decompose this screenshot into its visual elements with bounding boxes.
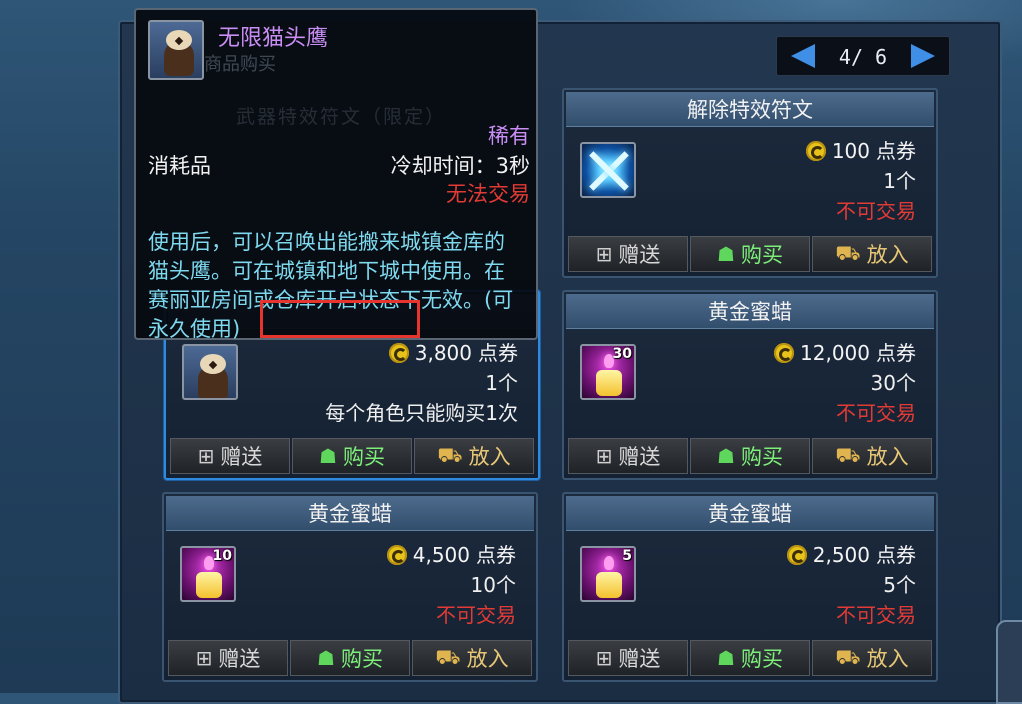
item-info: 100 点券 1个 不可交易 [805, 136, 916, 226]
tooltip-item-name: 无限猫头鹰 [218, 26, 329, 51]
next-page-arrow-icon[interactable] [911, 44, 935, 68]
gift-icon: ⊞ [595, 444, 613, 468]
purchase-limit: 每个角色只能购买1次 [325, 401, 518, 425]
gift-icon: ⊞ [595, 646, 613, 670]
item-tooltip: 无限猫头鹰 商品购买 武器特效符文（限定） 稀有 消耗品 冷却时间：3秒 无法交… [134, 8, 538, 341]
coupon-coin-icon [786, 545, 807, 565]
trade-status: 不可交易 [836, 603, 916, 627]
trade-status: 不可交易 [436, 603, 516, 627]
price-line: 4,500 点券 [386, 540, 516, 570]
gift-button[interactable]: ⊞ 赠送 [170, 438, 290, 474]
add-to-cart-button[interactable]: ⛟ 放入 [812, 236, 932, 272]
action-buttons: ⊞ 赠送 ☗ 购买 ⛟ 放入 [168, 640, 532, 676]
item-title: 解除特效符文 [566, 92, 934, 127]
add-to-cart-button[interactable]: ⛟ 放入 [812, 438, 932, 474]
item-info: 4,500 点券 10个 不可交易 [386, 540, 516, 630]
cart-icon: ⛟ [835, 442, 861, 467]
price-unit: 点券 [476, 543, 516, 567]
background-ghost-text: 武器特效符文（限定） [236, 106, 447, 128]
item-card-rune[interactable]: 解除特效符文 100 点券 1个 不可交易 ⊞ 赠送 ☗ 购买 ⛟ 放入 [562, 88, 938, 278]
price-value: 12,000 [800, 341, 870, 365]
quantity: 1个 [485, 371, 518, 395]
price-value: 4,500 [412, 543, 470, 567]
pager: 4/ 6 [776, 36, 950, 76]
buy-icon: ☗ [319, 444, 337, 468]
price-line: 2,500 点券 [786, 540, 916, 570]
cart-icon: ⛟ [835, 240, 861, 265]
stack-badge: 30 [612, 346, 632, 362]
buy-icon: ☗ [717, 444, 735, 468]
item-info: 2,500 点券 5个 不可交易 [786, 540, 916, 630]
add-to-cart-button[interactable]: ⛟ 放入 [412, 640, 532, 676]
price-unit: 点券 [876, 543, 916, 567]
effect-rune-icon [580, 142, 636, 198]
tooltip-category: 消耗品 [148, 154, 211, 178]
gift-icon: ⊞ [195, 646, 213, 670]
gift-icon: ⊞ [197, 444, 215, 468]
golden-candle-icon: 5 [580, 546, 636, 602]
action-buttons: ⊞ 赠送 ☗ 购买 ⛟ 放入 [170, 438, 534, 474]
highlight-box [260, 300, 420, 338]
price-unit: 点券 [876, 341, 916, 365]
price-unit: 点券 [876, 139, 916, 163]
gift-button[interactable]: ⊞ 赠送 [568, 640, 688, 676]
buy-icon: ☗ [717, 242, 735, 266]
cart-icon: ⛟ [437, 442, 463, 467]
buy-icon: ☗ [317, 646, 335, 670]
stack-badge: 5 [622, 548, 632, 564]
tooltip-cooldown: 冷却时间：3秒 [390, 154, 530, 178]
quantity: 1个 [883, 169, 916, 193]
side-tab[interactable] [996, 620, 1022, 704]
gift-icon: ⊞ [595, 242, 613, 266]
price-value: 100 [831, 139, 870, 163]
gift-button[interactable]: ⊞ 赠送 [568, 236, 688, 272]
item-card-candle-10[interactable]: 黄金蜜蜡 10 4,500 点券 10个 不可交易 ⊞ 赠送 ☗ 购买 ⛟ 放入 [162, 492, 538, 682]
trade-status: 不可交易 [836, 401, 916, 425]
buy-button[interactable]: ☗ 购买 [292, 438, 412, 474]
item-title: 黄金蜜蜡 [566, 496, 934, 531]
price-line: 100 点券 [805, 136, 916, 166]
action-buttons: ⊞ 赠送 ☗ 购买 ⛟ 放入 [568, 438, 932, 474]
buy-button[interactable]: ☗ 购买 [690, 236, 810, 272]
item-title: 黄金蜜蜡 [566, 294, 934, 329]
cart-icon: ⛟ [835, 644, 861, 669]
gift-button[interactable]: ⊞ 赠送 [168, 640, 288, 676]
price-line: 12,000 点券 [774, 338, 916, 368]
owl-icon [148, 20, 204, 80]
tooltip-trade-status: 无法交易 [446, 182, 530, 206]
coupon-coin-icon [386, 545, 407, 565]
stack-badge: 10 [212, 548, 232, 564]
action-buttons: ⊞ 赠送 ☗ 购买 ⛟ 放入 [568, 640, 932, 676]
tooltip-rarity: 稀有 [488, 124, 530, 148]
buy-button[interactable]: ☗ 购买 [690, 438, 810, 474]
gift-button[interactable]: ⊞ 赠送 [568, 438, 688, 474]
quantity: 10个 [470, 573, 516, 597]
coupon-coin-icon [774, 343, 795, 363]
coupon-coin-icon [805, 141, 826, 161]
action-buttons: ⊞ 赠送 ☗ 购买 ⛟ 放入 [568, 236, 932, 272]
add-to-cart-button[interactable]: ⛟ 放入 [812, 640, 932, 676]
buy-icon: ☗ [717, 646, 735, 670]
item-info: 3,800 点券 1个 每个角色只能购买1次 [325, 338, 518, 428]
owl-icon [182, 344, 238, 400]
trade-status: 不可交易 [836, 199, 916, 223]
golden-candle-icon: 10 [180, 546, 236, 602]
golden-candle-icon: 30 [580, 344, 636, 400]
quantity: 30个 [870, 371, 916, 395]
coupon-coin-icon [388, 343, 409, 363]
item-title: 黄金蜜蜡 [166, 496, 534, 531]
item-card-candle-30[interactable]: 黄金蜜蜡 30 12,000 点券 30个 不可交易 ⊞ 赠送 ☗ 购买 ⛟ 放入 [562, 290, 938, 480]
price-value: 2,500 [812, 543, 870, 567]
item-card-candle-5[interactable]: 黄金蜜蜡 5 2,500 点券 5个 不可交易 ⊞ 赠送 ☗ 购买 ⛟ 放入 [562, 492, 938, 682]
buy-button[interactable]: ☗ 购买 [290, 640, 410, 676]
add-to-cart-button[interactable]: ⛟ 放入 [414, 438, 534, 474]
quantity: 5个 [883, 573, 916, 597]
background-ghost-text: 商品购买 [204, 54, 276, 75]
buy-button[interactable]: ☗ 购买 [690, 640, 810, 676]
item-info: 12,000 点券 30个 不可交易 [774, 338, 916, 428]
cart-icon: ⛟ [435, 644, 461, 669]
